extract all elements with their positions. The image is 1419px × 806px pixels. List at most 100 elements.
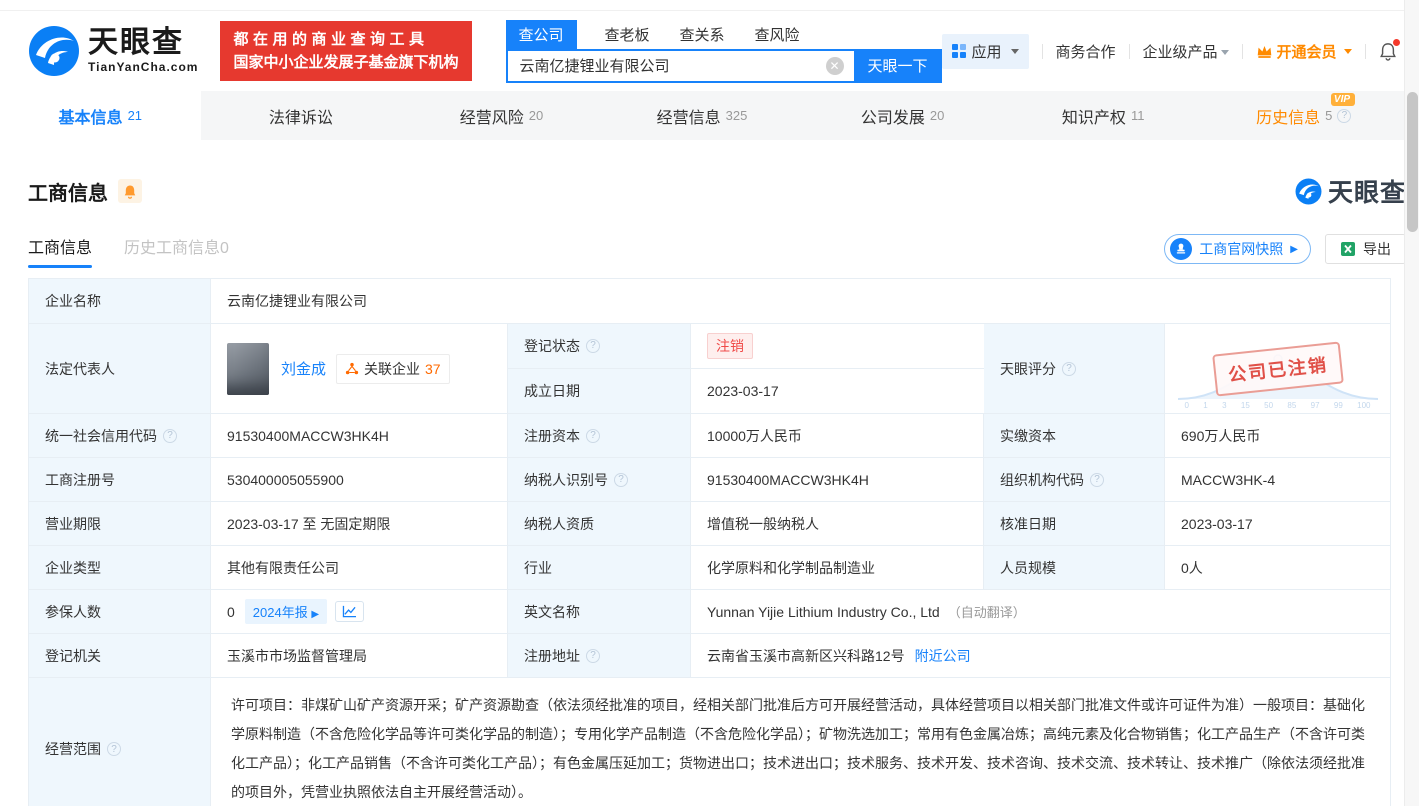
tab-company-development[interactable]: 公司发展 20 xyxy=(802,91,1003,140)
auto-translate-note: （自动翻译） xyxy=(947,605,1026,620)
arrow-right-icon: ▶ xyxy=(1290,243,1298,255)
search-tab-risk[interactable]: 查风险 xyxy=(753,20,802,49)
help-icon[interactable]: ? xyxy=(163,428,177,443)
logo-subtitle: TianYanCha.com xyxy=(88,60,199,74)
line-chart-icon xyxy=(342,605,357,618)
brand-name: 天眼查 xyxy=(1327,179,1406,207)
reg-authority-value: 玉溪市市场监督管理局 xyxy=(211,634,508,677)
menu-vip-upgrade[interactable]: 开通会员 xyxy=(1256,41,1352,62)
table-row: 营业期限 2023-03-17 至 无固定期限 纳税人资质 增值税一般纳税人 核… xyxy=(29,502,1390,546)
table-row: 经营范围? 许可项目：非煤矿山矿产资源开采；矿产资源勘查（依法须经批准的项目，经… xyxy=(29,678,1390,806)
annual-report-chip[interactable]: 2024年报 ▶ xyxy=(244,599,328,624)
divider xyxy=(1364,43,1366,59)
reg-status-label: 登记状态? xyxy=(508,324,691,368)
tab-operation-risk[interactable]: 经营风险 20 xyxy=(401,91,602,140)
divider xyxy=(1041,43,1043,59)
help-icon[interactable]: ? xyxy=(1062,361,1076,376)
tab-basic-info[interactable]: 基本信息 21 xyxy=(0,91,201,140)
insured-value: 0 2024年报 ▶ xyxy=(211,590,508,633)
english-name-label: 英文名称 xyxy=(508,590,691,633)
divider xyxy=(1128,43,1130,59)
legal-rep-photo[interactable] xyxy=(227,342,269,395)
search-button[interactable]: 天眼一下 xyxy=(853,48,942,83)
taxpayer-id-value: 91530400MACCW3HK4H xyxy=(691,458,984,501)
tianyancha-logo-icon xyxy=(1295,178,1322,204)
menu-enterprise-product[interactable]: 企业级产品 xyxy=(1143,41,1229,62)
legal-rep-value: 刘金成 关联企业 37 xyxy=(211,324,508,413)
crown-icon xyxy=(1257,45,1271,58)
main-content: 工商信息 天眼查 工商信息 历史工商信息0 工商官网快照 ▶ 导出 企业名称 云… xyxy=(0,173,1419,806)
help-icon[interactable]: ? xyxy=(1337,108,1352,123)
legal-rep-label: 法定代表人 xyxy=(29,324,211,413)
notifications-bell[interactable] xyxy=(1379,38,1400,61)
org-code-value: MACCW3HK-4 xyxy=(1165,458,1390,501)
reg-capital-label: 注册资本? xyxy=(508,414,691,457)
paid-capital-value: 690万人民币 xyxy=(1165,414,1390,457)
company-name-label: 企业名称 xyxy=(29,279,211,323)
score-value: 0 1 3 15 50 85 97 99 100 公司已注销 xyxy=(1165,324,1390,413)
official-snapshot-button[interactable]: 工商官网快照 ▶ xyxy=(1164,234,1311,264)
export-button[interactable]: 导出 xyxy=(1325,234,1406,264)
search-tab-company[interactable]: 查公司 xyxy=(505,19,577,49)
tianyancha-logo[interactable]: 天眼查 TianYanCha.com xyxy=(28,25,198,77)
subtab-history-business-info[interactable]: 历史工商信息0 xyxy=(124,234,229,268)
subtabs: 工商信息 历史工商信息0 xyxy=(28,234,229,268)
search-tab-boss[interactable]: 查老板 xyxy=(603,20,652,49)
english-name-value: Yunnan Yijie Lithium Industry Co., Ltd （… xyxy=(691,590,1390,633)
clear-search-icon[interactable]: ✕ xyxy=(825,56,844,75)
section-title: 工商信息 xyxy=(28,182,108,205)
score-axis-ticks: 0 1 3 15 50 85 97 99 100 xyxy=(1184,401,1371,410)
related-companies-count: 37 xyxy=(425,360,441,377)
chevron-down-icon xyxy=(1220,50,1229,56)
menu-business-cooperation[interactable]: 商务合作 xyxy=(1056,41,1116,62)
trend-chart-button[interactable] xyxy=(335,601,365,622)
tab-legal-litigation[interactable]: 法律诉讼 xyxy=(201,91,402,140)
slogan-line1: 都在用的商业查询工具 xyxy=(233,30,429,48)
establish-date-label: 成立日期 xyxy=(508,368,691,413)
search-tab-relation[interactable]: 查关系 xyxy=(678,20,727,49)
scrollbar-thumb[interactable] xyxy=(1407,92,1418,232)
search-area: 查公司 查老板 查关系 查风险 ✕ 天眼一下 xyxy=(505,19,942,83)
insured-label: 参保人数 xyxy=(29,590,211,633)
company-type-value: 其他有限责任公司 xyxy=(211,546,508,589)
credit-code-label: 统一社会信用代码? xyxy=(29,414,211,457)
address-label: 注册地址? xyxy=(508,634,691,677)
apps-grid-icon xyxy=(951,44,966,58)
subscribe-bell-button[interactable] xyxy=(118,179,142,203)
credit-code-value: 91530400MACCW3HK4H xyxy=(211,414,508,457)
chevron-down-icon xyxy=(1343,48,1352,54)
help-icon[interactable]: ? xyxy=(614,472,628,487)
nearby-companies-link[interactable]: 附近公司 xyxy=(915,646,971,666)
page: 天眼查 TianYanCha.com 都在用的商业查询工具 国家中小企业发展子基… xyxy=(0,0,1419,806)
search-input[interactable] xyxy=(505,48,854,83)
reg-number-value: 530400005055900 xyxy=(211,458,508,501)
table-row: 法定代表人 刘金成 关联企业 37 登记状态 ? 注销 成立日期 2023-03… xyxy=(29,324,1390,414)
logo-title: 天眼查 xyxy=(88,26,184,59)
slogan-banner: 都在用的商业查询工具 国家中小企业发展子基金旗下机构 xyxy=(220,20,472,82)
company-type-label: 企业类型 xyxy=(29,546,211,589)
reg-authority-label: 登记机关 xyxy=(29,634,211,677)
help-icon[interactable]: ? xyxy=(586,338,600,353)
address-value: 云南省玉溪市高新区兴科路12号 附近公司 xyxy=(691,634,1390,677)
related-companies-chip[interactable]: 关联企业 37 xyxy=(336,353,450,384)
staff-size-label: 人员规模 xyxy=(984,546,1165,589)
stamp-icon xyxy=(1170,238,1193,260)
business-info-table: 企业名称 云南亿捷锂业有限公司 法定代表人 刘金成 关联企业 37 登记状态 ?… xyxy=(28,278,1391,806)
legal-rep-name-link[interactable]: 刘金成 xyxy=(281,358,326,379)
help-icon[interactable]: ? xyxy=(1090,472,1104,487)
table-row: 登记机关 玉溪市市场监督管理局 注册地址? 云南省玉溪市高新区兴科路12号 附近… xyxy=(29,634,1390,678)
tab-history-info[interactable]: VIP 历史信息 5 ? xyxy=(1203,91,1404,140)
apps-menu[interactable]: 应用 xyxy=(941,33,1029,69)
tab-business-info[interactable]: 经营信息 325 xyxy=(602,91,803,140)
tianyancha-logo-icon xyxy=(29,26,79,76)
brand-watermark: 天眼查 xyxy=(1295,173,1406,209)
top-divider xyxy=(0,0,1419,11)
approval-date-label: 核准日期 xyxy=(984,502,1165,545)
help-icon[interactable]: ? xyxy=(107,742,121,756)
help-icon[interactable]: ? xyxy=(586,648,600,663)
subtab-business-info[interactable]: 工商信息 xyxy=(28,234,93,268)
tab-intellectual-property[interactable]: 知识产权 11 xyxy=(1003,91,1204,140)
help-icon[interactable]: ? xyxy=(586,428,600,443)
header-menu: 应用 商务合作 企业级产品 开通会员 xyxy=(941,33,1419,69)
section-actions: 工商官网快照 ▶ 导出 xyxy=(1164,234,1406,264)
